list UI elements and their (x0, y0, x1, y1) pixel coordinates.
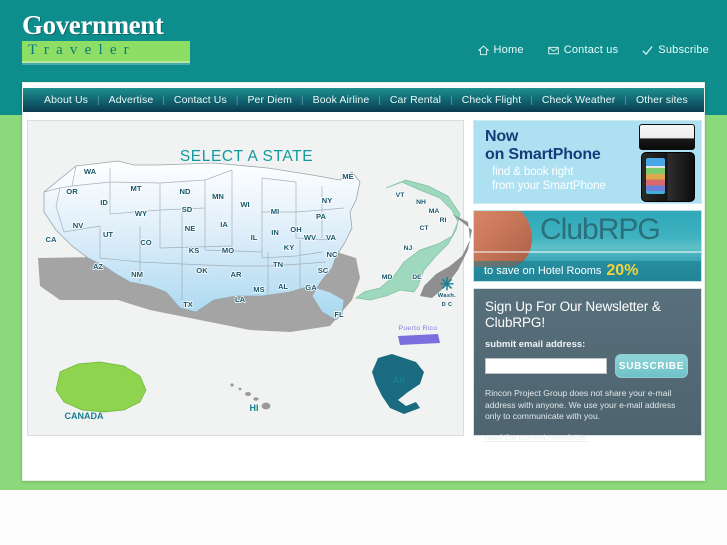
state-label-il[interactable]: IL (250, 232, 259, 243)
state-label-in[interactable]: IN (270, 227, 279, 238)
state-label-ar[interactable]: AR (230, 269, 243, 280)
state-label-mo[interactable]: MO (221, 245, 235, 256)
ad-smartphone-line4: from your SmartPhone (492, 180, 606, 192)
state-label-mi[interactable]: MI (270, 206, 280, 217)
state-label-mn[interactable]: MN (211, 191, 224, 202)
right-rail: Now on SmartPhone find & book right from… (473, 120, 702, 442)
newsletter-field-label: submit email address: (485, 339, 586, 350)
state-label-sd[interactable]: SD (181, 204, 194, 215)
state-label-wy[interactable]: WY (134, 208, 148, 219)
ad-smartphone-line3: find & book right (492, 166, 574, 178)
state-label-me[interactable]: ME (342, 171, 355, 182)
dc-label-line1: Wash. (438, 293, 456, 299)
state-label-or[interactable]: OR (66, 186, 80, 197)
iphone-device-image (641, 152, 695, 202)
state-label-ny[interactable]: NY (321, 195, 333, 206)
state-label-ca[interactable]: CA (45, 234, 58, 245)
state-label-ne[interactable]: NE (184, 223, 196, 234)
state-label-tx[interactable]: TX (182, 299, 193, 310)
region-label-puerto-rico: Puerto Rico (399, 325, 438, 332)
state-label-oh[interactable]: OH (290, 224, 303, 235)
state-label-pa[interactable]: PA (315, 211, 327, 222)
state-label-de[interactable]: DE (411, 273, 423, 282)
state-label-ky[interactable]: KY (283, 242, 295, 253)
ad-smartphone-line2: on SmartPhone (485, 146, 601, 163)
region-label-canada: CANADA (65, 411, 104, 421)
state-label-wa[interactable]: WA (83, 166, 97, 177)
ad-smartphone[interactable]: Now on SmartPhone find & book right from… (473, 120, 702, 204)
newsletter-signup-box: Sign Up For Our Newsletter & ClubRPG! su… (473, 288, 702, 442)
state-label-id[interactable]: ID (99, 197, 109, 208)
state-label-nd[interactable]: ND (179, 186, 192, 197)
newsletter-email-input[interactable] (485, 358, 607, 374)
ad-clubrpg-brand: ClubRPG (540, 213, 661, 246)
state-label-la[interactable]: LA (234, 294, 246, 305)
state-label-nm[interactable]: NM (130, 269, 143, 280)
region-label-alaska: AK (393, 375, 406, 385)
ad-clubrpg-strip-text: to save on Hotel Rooms (484, 265, 602, 277)
state-label-ks[interactable]: KS (188, 245, 200, 256)
state-label-ma[interactable]: MA (428, 207, 440, 216)
newsletter-title: Sign Up For Our Newsletter & ClubRPG! (485, 299, 661, 330)
state-label-al[interactable]: AL (277, 281, 289, 292)
state-label-ia[interactable]: IA (219, 219, 229, 230)
newsletter-subscribe-button[interactable]: SUBSCRIBE (615, 354, 688, 378)
newsletter-form-row: SUBSCRIBE (485, 354, 690, 378)
state-label-az[interactable]: AZ (92, 261, 104, 272)
state-label-mt[interactable]: MT (130, 183, 143, 194)
state-label-ct[interactable]: CT (419, 224, 431, 233)
state-label-tn[interactable]: TN (272, 259, 284, 270)
ad-clubrpg-strip: to save on Hotel Rooms 20% (474, 261, 701, 281)
state-label-nh[interactable]: NH (415, 198, 427, 207)
state-label-wv[interactable]: WV (303, 232, 318, 243)
page-root: Government Traveler Home Contact us Subs… (0, 0, 727, 545)
state-label-nv[interactable]: NV (72, 220, 85, 231)
ad-clubrpg-percent: 20% (606, 262, 639, 279)
state-label-vt[interactable]: VT (395, 191, 406, 200)
state-label-ga[interactable]: GA (305, 282, 319, 293)
state-label-ms[interactable]: MS (253, 284, 266, 295)
state-label-ut[interactable]: UT (102, 229, 114, 240)
state-label-ri[interactable]: RI (439, 216, 448, 225)
ad-clubrpg-railing (474, 251, 701, 253)
state-label-va[interactable]: VA (325, 232, 337, 243)
newsletter-disclaimer: Rincon Project Group does not share your… (485, 388, 676, 421)
dc-label-line2: D C (442, 302, 453, 308)
ad-smartphone-line1: Now (485, 128, 519, 145)
state-label-nj[interactable]: NJ (403, 244, 414, 253)
state-label-md[interactable]: MD (381, 273, 393, 282)
ad-clubrpg[interactable]: ClubRPG to save on Hotel Rooms 20% (473, 210, 702, 282)
region-label-hawaii: HI (250, 403, 259, 413)
blackberry-device-image (639, 124, 695, 150)
state-label-ok[interactable]: OK (196, 265, 210, 276)
newsletter-current-link[interactable]: read the current newsletter (485, 432, 587, 442)
state-label-sc[interactable]: SC (317, 265, 330, 276)
ad-clubrpg-photo (474, 211, 532, 267)
state-label-fl[interactable]: FL (334, 309, 345, 320)
state-label-co[interactable]: CO (140, 237, 153, 248)
state-label-nc[interactable]: NC (326, 249, 339, 260)
state-label-wi[interactable]: WI (240, 199, 251, 210)
